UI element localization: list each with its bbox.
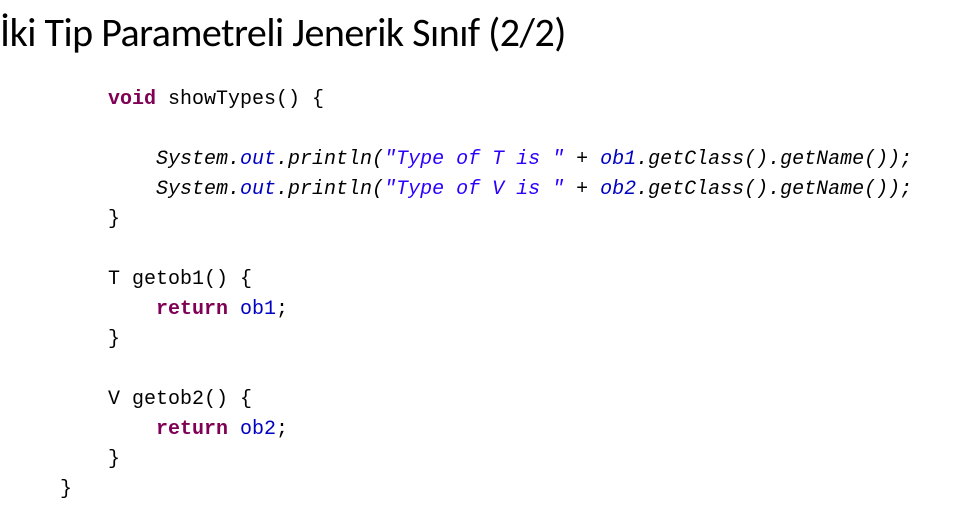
code-text: T getob1() { <box>108 268 252 291</box>
code-text: + <box>564 148 600 171</box>
code-text: V getob2() { <box>108 388 252 411</box>
code-line: void showTypes() { <box>60 85 959 115</box>
code-text: showTypes() { <box>156 88 324 111</box>
code-line: } <box>60 325 959 355</box>
code-field: out <box>240 148 276 171</box>
slide-title: İki Tip Parametreli Jenerik Sınıf (2/2) <box>0 0 959 85</box>
code-text: ; <box>276 298 288 321</box>
code-text: .println( <box>276 148 384 171</box>
code-text: } <box>108 208 120 231</box>
code-text: } <box>108 328 120 351</box>
code-text: } <box>108 448 120 471</box>
code-string: "Type of V is " <box>384 178 564 201</box>
code-line: V getob2() { <box>60 385 959 415</box>
code-text: ; <box>276 418 288 441</box>
code-text <box>228 418 240 441</box>
keyword: void <box>108 88 156 111</box>
code-text: System. <box>156 148 240 171</box>
code-line: T getob1() { <box>60 265 959 295</box>
code-text <box>228 298 240 321</box>
code-field: ob2 <box>240 418 276 441</box>
code-text: .getClass().getName()); <box>636 178 912 201</box>
code-text: .println( <box>276 178 384 201</box>
code-text: .getClass().getName()); <box>636 148 912 171</box>
code-line: System.out.println("Type of T is " + ob1… <box>60 145 959 175</box>
code-text: System. <box>156 178 240 201</box>
code-block: void showTypes() { System.out.println("T… <box>0 85 959 505</box>
code-text: + <box>564 178 600 201</box>
code-line: } <box>60 475 959 505</box>
code-line: return ob1; <box>60 295 959 325</box>
code-line: } <box>60 445 959 475</box>
code-string: "Type of T is " <box>384 148 564 171</box>
code-line: System.out.println("Type of V is " + ob2… <box>60 175 959 205</box>
code-field: out <box>240 178 276 201</box>
code-line: } <box>60 205 959 235</box>
code-line: return ob2; <box>60 415 959 445</box>
keyword: return <box>156 298 228 321</box>
code-field: ob1 <box>240 298 276 321</box>
keyword: return <box>156 418 228 441</box>
code-field: ob2 <box>600 178 636 201</box>
code-field: ob1 <box>600 148 636 171</box>
code-text: } <box>60 478 72 501</box>
